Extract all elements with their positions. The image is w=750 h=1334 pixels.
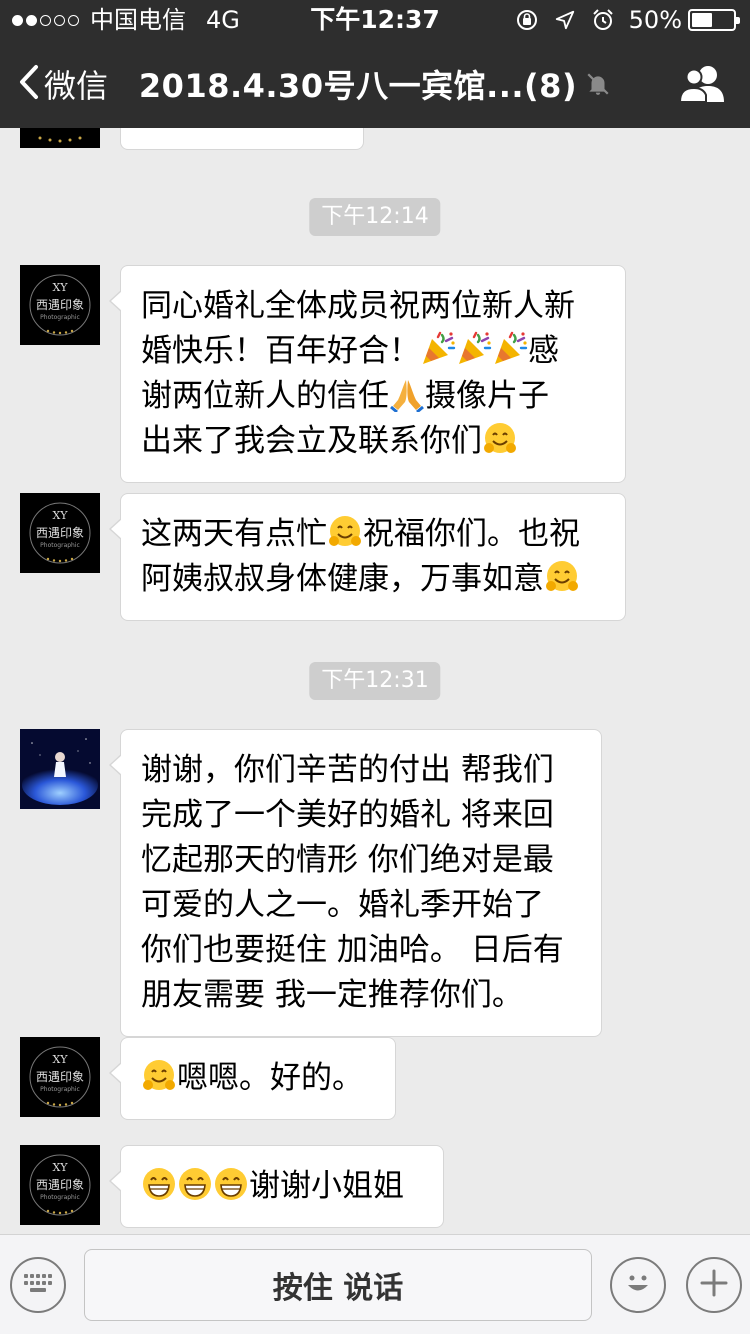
message-text: 这两天有点忙 祝福你们。也祝阿姨叔叔身体健康，万事如意 (141, 512, 605, 602)
battery-percent: 50% (628, 6, 682, 34)
message-line: 婚快乐！百年好合！ 感 (141, 329, 605, 374)
alarm-clock-icon (591, 8, 615, 32)
avatar-name: 西遇印象 (36, 1070, 84, 1084)
message-text-segment: 谢谢小姐姐 (249, 1168, 404, 1204)
avatar-sub: Photographic (40, 1086, 80, 1093)
message-text: 同心婚礼全体成员祝两位新人新 婚快乐！百年好合！ 感谢两位新人的信任 摄像片子出来了我… (141, 284, 605, 464)
avatar-logo: XY (52, 1161, 68, 1174)
hold-to-talk-button[interactable]: 按住 说话 (84, 1249, 592, 1321)
message-text-segment: 这两天有点忙 (141, 516, 327, 552)
group-members-icon (678, 66, 726, 110)
grinning-face-icon (177, 1166, 213, 1202)
plus-icon (699, 1268, 729, 1302)
xy-avatar[interactable]: XY 西遇印象 Photographic (20, 1145, 100, 1225)
timestamp-pill: 下午12:14 (309, 198, 441, 236)
party-popper-icon (492, 331, 528, 367)
battery-icon (688, 9, 740, 31)
message-text-segment: 婚快乐！百年好合！ (141, 333, 420, 369)
bell-off-icon (585, 71, 611, 97)
message-text-segment: 阿姨叔叔身体健康，万事如意 (141, 561, 544, 597)
message-bubble[interactable]: 同心婚礼全体成员祝两位新人新 婚快乐！百年好合！ 感谢两位新人的信任 摄像片子出来了我… (109, 265, 626, 483)
hugging-face-icon (482, 421, 518, 457)
message-bubble[interactable]: 嗯嗯。好的。 (109, 1037, 396, 1120)
battery-cap (736, 17, 740, 24)
avatar-sub: Photographic (40, 1194, 80, 1201)
more-button[interactable] (686, 1257, 742, 1313)
status-bar: 中国电信 4G 下午12:37 50% (0, 0, 750, 40)
nav-bar: 微信 2018.4.30号八一宾馆...(8) (0, 40, 750, 128)
avatar-name: 西遇印象 (36, 526, 84, 540)
message-text-segment: 朋友需要 我一定推荐你们。 (141, 977, 523, 1013)
message-line: 可爱的人之一。婚礼季开始了 (141, 883, 581, 928)
message-text-segment: 嗯嗯。好的。 (177, 1060, 363, 1096)
chat-title-wrap: 2018.4.30号八一宾馆...(8) (0, 40, 750, 128)
message-line: 出来了我会立及联系你们 (141, 419, 605, 464)
keyboard-icon (23, 1273, 53, 1297)
hugging-face-icon (544, 559, 580, 595)
message-line: 完成了一个美好的婚礼 将来回 (141, 793, 581, 838)
avatar-name: 西遇印象 (36, 1178, 84, 1192)
xy-avatar[interactable]: XY 西遇印象 Photographic (20, 265, 100, 345)
message-text-segment: 完成了一个美好的婚礼 将来回 (141, 797, 554, 833)
avatar-logo: XY (52, 281, 68, 294)
message-line: 阿姨叔叔身体健康，万事如意 (141, 557, 605, 602)
message-text-segment: 谢两位新人的信任 (141, 378, 389, 414)
message-line: 忆起那天的情形 你们绝对是最 (141, 838, 581, 883)
top-bar: 中国电信 4G 下午12:37 50% 微信 2018.4.30号八一宾馆...… (0, 0, 750, 128)
message-text-segment: 出来了我会立及联系你们 (141, 423, 482, 459)
grinning-face-icon (141, 1166, 177, 1202)
message-bubble[interactable]: 谢谢，你们辛苦的付出 帮我们 完成了一个美好的婚礼 将来回 忆起那天的情形 你们绝对… (109, 729, 602, 1037)
avatar-logo: XY (52, 509, 68, 522)
chat-title: 2018.4.30号八一宾馆...(8) (138, 67, 578, 105)
message-text-segment: 祝福你们。也祝 (363, 516, 580, 552)
sender-avatar[interactable] (20, 128, 100, 148)
hugging-face-icon (327, 514, 363, 550)
message-line: 朋友需要 我一定推荐你们。 (141, 973, 581, 1018)
message-line: 这两天有点忙 祝福你们。也祝 (141, 512, 605, 557)
message-line: 嗯嗯。好的。 (141, 1056, 375, 1101)
chat-list[interactable]: 下午12:14 XY 西遇印象 Photographic 同心婚礼全体成员祝两位… (0, 128, 750, 1234)
avatar-name: 西遇印象 (36, 298, 84, 312)
message-text: 谢谢，你们辛苦的付出 帮我们 完成了一个美好的婚礼 将来回 忆起那天的情形 你们绝对… (141, 748, 581, 1018)
message-line: 同心婚礼全体成员祝两位新人新 (141, 284, 605, 329)
hugging-face-icon (141, 1058, 177, 1094)
xy-avatar[interactable]: XY 西遇印象 Photographic (20, 1037, 100, 1117)
avatar-sub: Photographic (40, 542, 80, 549)
bride-avatar[interactable] (20, 729, 100, 809)
message-text-segment: 同心婚礼全体成员祝两位新人新 (141, 288, 575, 324)
avatar-sub: Photographic (40, 314, 80, 321)
status-icons: 50% (501, 0, 740, 40)
message-text-segment: 你们也要挺住 加油哈。 日后有 (141, 932, 564, 968)
emoji-button[interactable] (610, 1257, 666, 1313)
message-line: 谢谢小姐姐 (141, 1164, 423, 1209)
location-arrow-icon (553, 8, 577, 32)
group-members-button[interactable] (678, 62, 726, 106)
message-text-segment: 忆起那天的情形 你们绝对是最 (141, 842, 554, 878)
grinning-face-icon (213, 1166, 249, 1202)
party-popper-icon (420, 331, 456, 367)
message-text-segment: 摄像片子 (425, 378, 549, 414)
xy-avatar[interactable]: XY 西遇印象 Photographic (20, 493, 100, 573)
avatar-logo: XY (52, 1053, 68, 1066)
timestamp-pill: 下午12:31 (309, 662, 441, 700)
message-text-segment: 谢谢，你们辛苦的付出 帮我们 (141, 752, 554, 788)
battery-fill (692, 13, 712, 27)
message-bubble[interactable]: 这两天有点忙 祝福你们。也祝阿姨叔叔身体健康，万事如意 (109, 493, 626, 621)
message-text-segment: 可爱的人之一。婚礼季开始了 (141, 887, 544, 923)
message-line: 你们也要挺住 加油哈。 日后有 (141, 928, 581, 973)
keyboard-toggle-button[interactable] (10, 1257, 66, 1313)
message-text: 谢谢小姐姐 (141, 1164, 423, 1209)
wechat-chat-screen: 中国电信 4G 下午12:37 50% 微信 2018.4.30号八一宾馆...… (0, 0, 750, 1334)
rotation-lock-icon (515, 8, 539, 32)
message-text-segment: 感 (528, 333, 559, 369)
party-popper-icon (456, 331, 492, 367)
input-bar: 按住 说话 (0, 1234, 750, 1334)
message-text: 嗯嗯。好的。 (141, 1056, 375, 1101)
praying-hands-icon (389, 376, 425, 414)
smiley-icon (621, 1266, 655, 1304)
message-line: 谢两位新人的信任 摄像片子 (141, 374, 605, 419)
message-bubble[interactable] (120, 128, 364, 150)
message-line: 谢谢，你们辛苦的付出 帮我们 (141, 748, 581, 793)
message-bubble[interactable]: 谢谢小姐姐 (109, 1145, 444, 1228)
